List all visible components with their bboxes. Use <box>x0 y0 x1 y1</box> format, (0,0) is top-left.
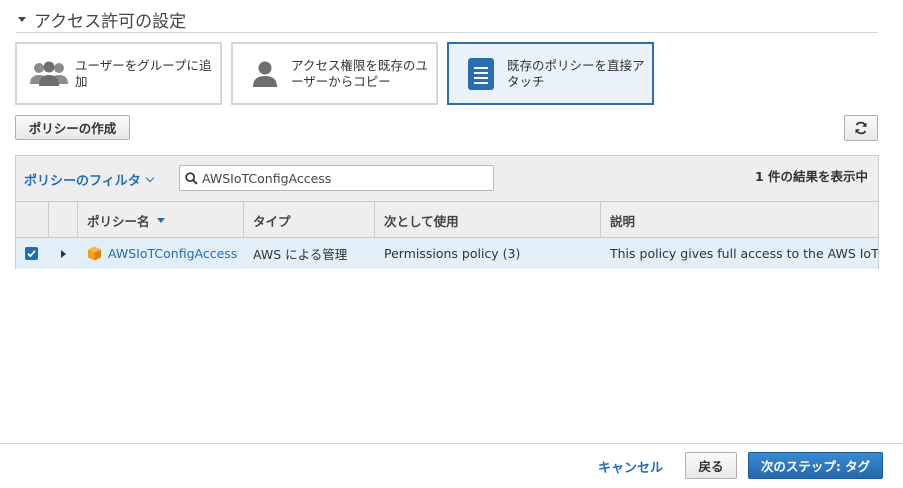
create-policy-button[interactable]: ポリシーの作成 <box>15 115 130 140</box>
option-label: 既存のポリシーを直接アタッチ <box>507 57 645 89</box>
select-column-header <box>16 202 49 238</box>
select-cell <box>16 238 49 269</box>
column-header-label: 説明 <box>610 213 636 229</box>
user-icon <box>243 59 287 89</box>
policy-description-cell: This policy gives full access to the AWS… <box>610 246 878 261</box>
search-input[interactable] <box>202 170 482 186</box>
users-group-icon <box>27 60 71 88</box>
column-header-label: ポリシー名 <box>87 213 150 229</box>
policy-filter-label: ポリシーのフィルタ <box>24 174 141 189</box>
policy-type-cell: AWS による管理 <box>253 247 348 262</box>
table-header: ポリシー名 タイプ 次として使用 説明 <box>16 202 878 238</box>
result-count: 1 件の結果を表示中 <box>754 169 868 184</box>
row-checkbox[interactable] <box>25 247 38 260</box>
column-header-label: 次として使用 <box>384 213 459 229</box>
policy-table: ポリシーのフィルタ 1 件の結果を表示中 ポリシー名 タイプ 次として使用 説明 <box>15 155 879 269</box>
section-header[interactable]: アクセス許可の設定 <box>16 6 878 33</box>
policy-filter-dropdown[interactable]: ポリシーのフィルタ <box>24 170 154 189</box>
column-header-label: タイプ <box>253 213 291 229</box>
sort-desc-icon <box>156 217 165 223</box>
chevron-down-icon <box>145 173 154 183</box>
option-copy-permissions[interactable]: アクセス権限を既存のユーザーからコピー <box>231 42 438 105</box>
option-label: ユーザーをグループに追加 <box>75 57 212 89</box>
policy-used-as-cell: Permissions policy (3) <box>384 246 521 261</box>
search-icon <box>185 171 198 185</box>
table-row[interactable]: AWSIoTConfigAccess AWS による管理 Permissions… <box>16 238 878 269</box>
option-attach-policy[interactable]: 既存のポリシーを直接アタッチ <box>447 42 654 105</box>
section-title: アクセス許可の設定 <box>34 11 187 32</box>
cancel-link[interactable]: キャンセル <box>598 457 663 476</box>
checkmark-icon <box>27 250 36 258</box>
option-add-to-group[interactable]: ユーザーをグループに追加 <box>15 42 222 105</box>
next-step-button[interactable]: 次のステップ: タグ <box>748 452 883 479</box>
policy-name-link[interactable]: AWSIoTConfigAccess <box>108 246 237 261</box>
collapse-caret-icon[interactable] <box>18 16 26 22</box>
column-header-description[interactable]: 説明 <box>601 202 878 238</box>
refresh-icon <box>855 121 867 135</box>
expand-row-icon[interactable] <box>61 249 66 258</box>
option-label: アクセス権限を既存のユーザーからコピー <box>291 57 428 89</box>
refresh-button[interactable] <box>844 115 878 141</box>
footer-divider <box>0 443 903 444</box>
column-header-used-as[interactable]: 次として使用 <box>375 202 601 238</box>
expand-column-header <box>49 202 78 238</box>
expand-cell <box>49 238 78 269</box>
search-box[interactable] <box>179 165 494 191</box>
back-button[interactable]: 戻る <box>685 452 737 479</box>
filter-bar: ポリシーのフィルタ 1 件の結果を表示中 <box>16 156 878 202</box>
aws-policy-icon <box>88 246 101 261</box>
document-icon <box>459 57 503 90</box>
column-header-policy-name[interactable]: ポリシー名 <box>78 202 244 238</box>
column-header-type[interactable]: タイプ <box>244 202 375 238</box>
policy-name-cell: AWSIoTConfigAccess <box>78 238 244 269</box>
